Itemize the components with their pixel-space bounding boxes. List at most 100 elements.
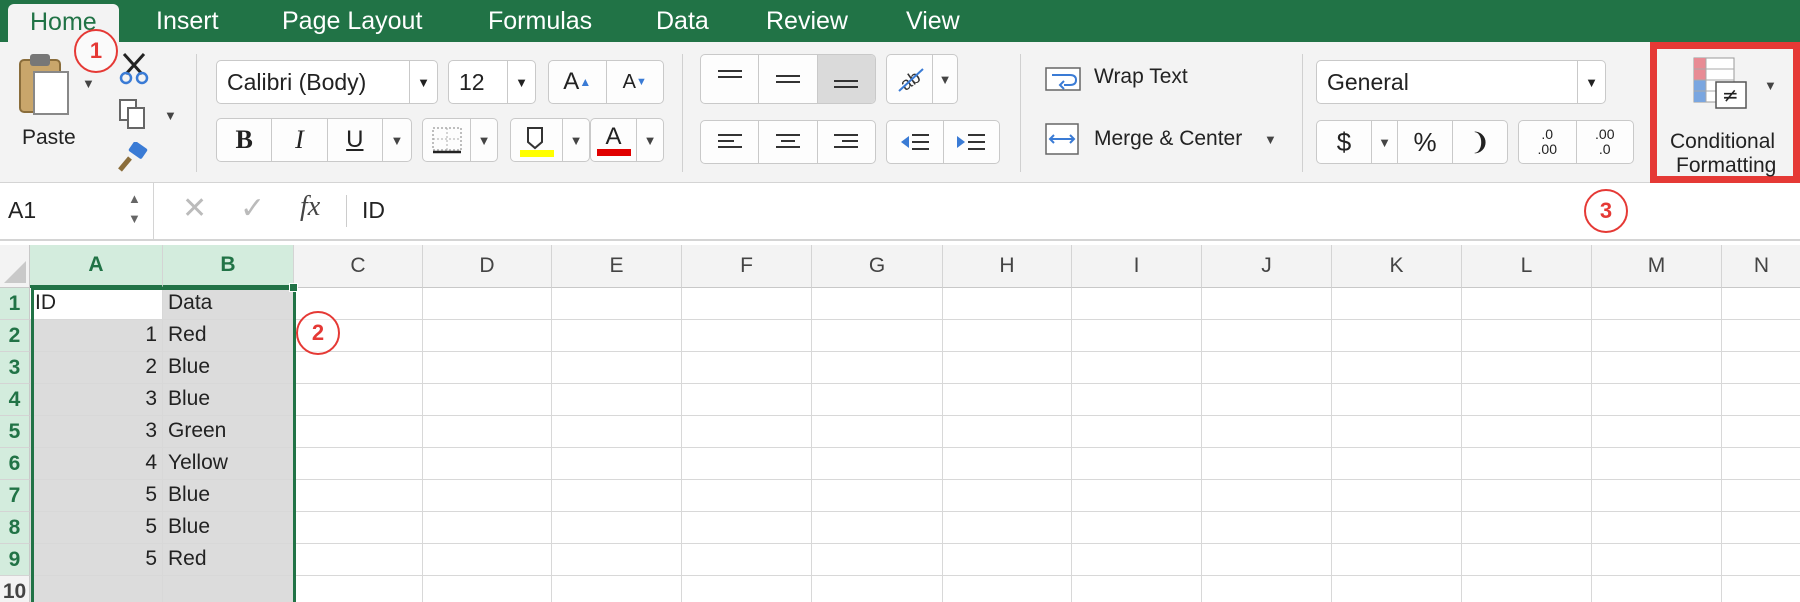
- cell-j9[interactable]: [1202, 544, 1332, 576]
- column-header-j[interactable]: J: [1202, 245, 1332, 288]
- cell-n2[interactable]: [1722, 320, 1800, 352]
- cell-k2[interactable]: [1332, 320, 1462, 352]
- cell-g6[interactable]: [812, 448, 943, 480]
- column-header-h[interactable]: H: [943, 245, 1072, 288]
- currency-dropdown[interactable]: ▼: [1372, 121, 1398, 163]
- cell-d3[interactable]: [423, 352, 552, 384]
- cell-f1[interactable]: [682, 288, 812, 320]
- cell-n7[interactable]: [1722, 480, 1800, 512]
- cell-e3[interactable]: [552, 352, 682, 384]
- formula-input[interactable]: ID: [362, 197, 385, 224]
- wrap-text-button[interactable]: Wrap Text: [1044, 60, 1224, 100]
- cell-h4[interactable]: [943, 384, 1072, 416]
- cell-n4[interactable]: [1722, 384, 1800, 416]
- tab-formulas[interactable]: Formulas: [488, 0, 592, 42]
- column-header-a[interactable]: A: [30, 245, 163, 288]
- cell-g10[interactable]: [812, 576, 943, 602]
- cell-l10[interactable]: [1462, 576, 1592, 602]
- cell-d8[interactable]: [423, 512, 552, 544]
- italic-button[interactable]: I: [272, 119, 328, 161]
- align-left-button[interactable]: [701, 121, 760, 163]
- column-header-g[interactable]: G: [812, 245, 943, 288]
- orientation-button[interactable]: ab ▼: [886, 54, 958, 104]
- cell-m7[interactable]: [1592, 480, 1722, 512]
- cell-e9[interactable]: [552, 544, 682, 576]
- cell-g5[interactable]: [812, 416, 943, 448]
- cell-n3[interactable]: [1722, 352, 1800, 384]
- cell-d7[interactable]: [423, 480, 552, 512]
- row-header[interactable]: 9: [0, 544, 30, 576]
- cell-i10[interactable]: [1072, 576, 1202, 602]
- paste-dropdown-caret[interactable]: ▼: [82, 76, 95, 91]
- column-header-m[interactable]: M: [1592, 245, 1722, 288]
- currency-button[interactable]: $: [1317, 121, 1372, 163]
- cell-i7[interactable]: [1072, 480, 1202, 512]
- cell-i5[interactable]: [1072, 416, 1202, 448]
- underline-dropdown[interactable]: ▼: [383, 119, 411, 161]
- cell-k1[interactable]: [1332, 288, 1462, 320]
- cell-e2[interactable]: [552, 320, 682, 352]
- cell-k8[interactable]: [1332, 512, 1462, 544]
- align-middle-button[interactable]: [759, 55, 818, 103]
- cell-j4[interactable]: [1202, 384, 1332, 416]
- cell-e8[interactable]: [552, 512, 682, 544]
- cell-h7[interactable]: [943, 480, 1072, 512]
- align-center-button[interactable]: [759, 121, 818, 163]
- cell-i3[interactable]: [1072, 352, 1202, 384]
- cell-j6[interactable]: [1202, 448, 1332, 480]
- borders-dropdown[interactable]: ▼: [471, 119, 497, 161]
- cell-c7[interactable]: [294, 480, 423, 512]
- cell-e4[interactable]: [552, 384, 682, 416]
- decrease-font-size-button[interactable]: A ▼: [607, 61, 664, 103]
- comma-style-button[interactable]: ❩: [1453, 121, 1507, 163]
- cell-d2[interactable]: [423, 320, 552, 352]
- number-format-select[interactable]: General ▼: [1316, 60, 1606, 104]
- cell-h2[interactable]: [943, 320, 1072, 352]
- cell-k7[interactable]: [1332, 480, 1462, 512]
- cell-c8[interactable]: [294, 512, 423, 544]
- cell-i4[interactable]: [1072, 384, 1202, 416]
- cell-d5[interactable]: [423, 416, 552, 448]
- conditional-formatting-button[interactable]: ≠ ▼ Conditional Formatting: [1658, 48, 1794, 177]
- cell-h3[interactable]: [943, 352, 1072, 384]
- cell-c5[interactable]: [294, 416, 423, 448]
- fill-color-dropdown[interactable]: ▼: [563, 119, 589, 161]
- cell-j10[interactable]: [1202, 576, 1332, 602]
- cell-l8[interactable]: [1462, 512, 1592, 544]
- tab-page-layout[interactable]: Page Layout: [282, 0, 422, 42]
- cell-k3[interactable]: [1332, 352, 1462, 384]
- cell-j3[interactable]: [1202, 352, 1332, 384]
- cell-n9[interactable]: [1722, 544, 1800, 576]
- cell-n8[interactable]: [1722, 512, 1800, 544]
- column-header-b[interactable]: B: [163, 245, 294, 288]
- row-header[interactable]: 7: [0, 480, 30, 512]
- cell-d9[interactable]: [423, 544, 552, 576]
- cell-e6[interactable]: [552, 448, 682, 480]
- cell-e5[interactable]: [552, 416, 682, 448]
- cell-m5[interactable]: [1592, 416, 1722, 448]
- copy-dropdown-caret[interactable]: ▼: [164, 108, 177, 123]
- cell-n6[interactable]: [1722, 448, 1800, 480]
- align-right-button[interactable]: [818, 121, 875, 163]
- row-header[interactable]: 5: [0, 416, 30, 448]
- row-header[interactable]: 10: [0, 576, 30, 602]
- cell-l4[interactable]: [1462, 384, 1592, 416]
- cell-g9[interactable]: [812, 544, 943, 576]
- cell-m10[interactable]: [1592, 576, 1722, 602]
- cell-l5[interactable]: [1462, 416, 1592, 448]
- font-color-dropdown[interactable]: ▼: [637, 119, 663, 161]
- cell-f9[interactable]: [682, 544, 812, 576]
- cell-e10[interactable]: [552, 576, 682, 602]
- cell-f3[interactable]: [682, 352, 812, 384]
- font-size-select[interactable]: 12 ▼: [448, 60, 536, 104]
- cell-m3[interactable]: [1592, 352, 1722, 384]
- fill-handle[interactable]: [289, 283, 298, 292]
- align-top-button[interactable]: [701, 55, 760, 103]
- cell-h9[interactable]: [943, 544, 1072, 576]
- cell-c4[interactable]: [294, 384, 423, 416]
- cell-i2[interactable]: [1072, 320, 1202, 352]
- bold-button[interactable]: B: [217, 119, 273, 161]
- cell-d1[interactable]: [423, 288, 552, 320]
- cell-e7[interactable]: [552, 480, 682, 512]
- cell-i6[interactable]: [1072, 448, 1202, 480]
